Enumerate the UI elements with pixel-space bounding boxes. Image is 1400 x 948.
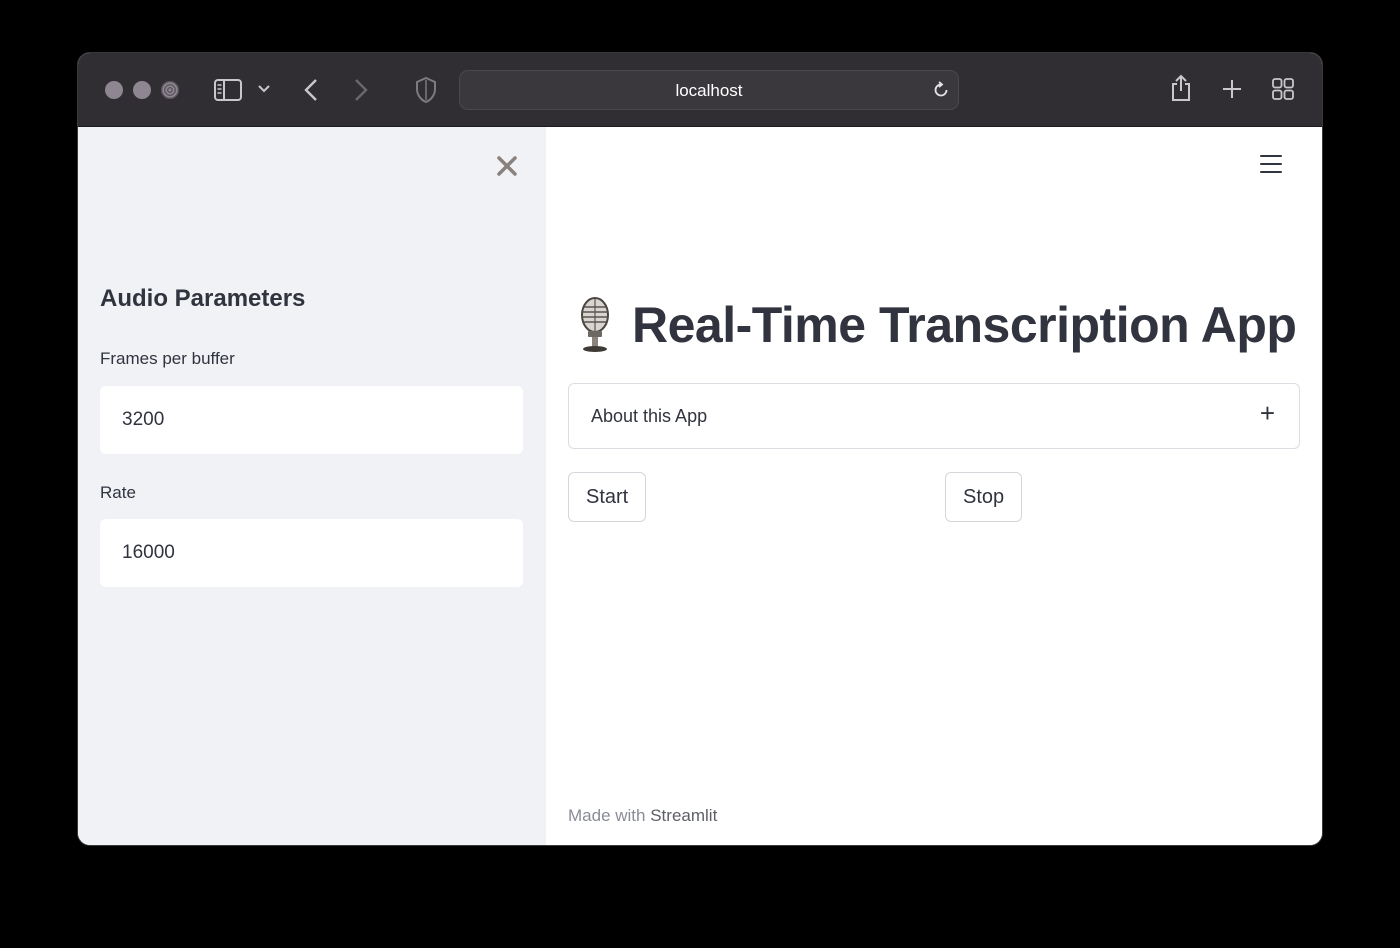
- browser-toolbar: localhost: [78, 53, 1322, 127]
- forward-icon[interactable]: [354, 78, 368, 102]
- url-text: localhost: [675, 81, 743, 100]
- streamlit-link[interactable]: Streamlit: [650, 806, 717, 825]
- footer-text: Made with: [568, 806, 646, 825]
- plus-icon[interactable]: +: [1260, 400, 1275, 426]
- footer: Made with Streamlit: [568, 806, 717, 826]
- page-title-row: Real-Time Transcription App: [574, 295, 1297, 355]
- page-title: Real-Time Transcription App: [632, 297, 1297, 353]
- address-bar[interactable]: localhost: [459, 70, 959, 110]
- frames-per-buffer-label: Frames per buffer: [100, 349, 235, 368]
- rate-input[interactable]: [100, 519, 523, 587]
- new-tab-icon[interactable]: [1222, 79, 1242, 99]
- start-button[interactable]: Start: [568, 472, 647, 522]
- about-expander[interactable]: About this App +: [568, 383, 1300, 449]
- chevron-down-icon[interactable]: [258, 85, 270, 93]
- close-sidebar-icon[interactable]: [494, 153, 520, 179]
- zoom-window-button[interactable]: [161, 81, 179, 99]
- frames-per-buffer-input[interactable]: [100, 386, 523, 454]
- minimize-window-button[interactable]: [133, 81, 151, 99]
- close-window-button[interactable]: [105, 81, 123, 99]
- about-expander-label: About this App: [591, 406, 708, 426]
- hamburger-menu-icon[interactable]: [1260, 155, 1282, 175]
- tab-overview-icon[interactable]: [1272, 78, 1294, 100]
- sidebar-toggle-icon[interactable]: [214, 79, 242, 101]
- reload-icon[interactable]: [932, 81, 950, 104]
- sidebar: Audio Parameters Frames per buffer Rate: [78, 127, 546, 845]
- browser-window: localhost Audio Parameters Frames per bu…: [78, 53, 1322, 845]
- rate-label: Rate: [100, 483, 136, 502]
- main-content: Real-Time Transcription App About this A…: [546, 127, 1322, 845]
- microphone-icon: [581, 297, 609, 352]
- sidebar-heading: Audio Parameters: [100, 285, 306, 312]
- privacy-shield-icon[interactable]: [416, 77, 436, 103]
- share-icon[interactable]: [1170, 74, 1192, 102]
- back-icon[interactable]: [304, 78, 318, 102]
- stop-button[interactable]: Stop: [945, 472, 1023, 522]
